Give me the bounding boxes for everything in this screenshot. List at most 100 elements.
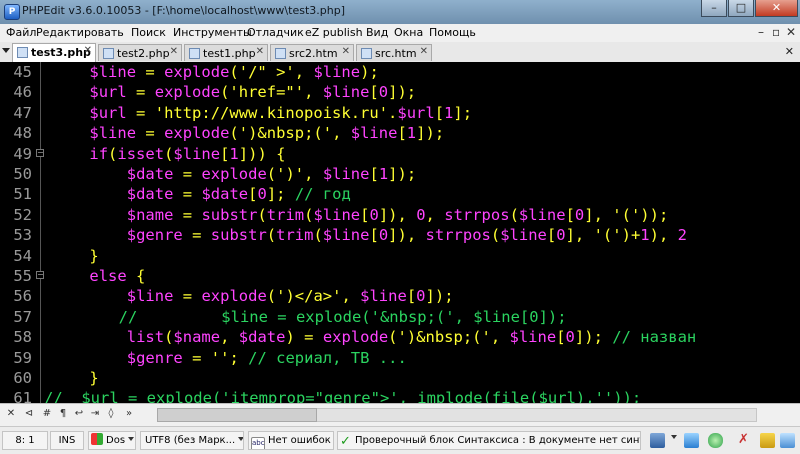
line-number: 60 [13,369,32,387]
line-number: 58 [13,328,32,347]
line-number: 57 [13,307,32,326]
menu-bar: Файл Редактировать Поиск Инструменты Отл… [0,24,800,43]
code-line[interactable]: 49− if(isset($line[1])) { [0,144,800,164]
status-bar: 8: 1 INS Dos UTF8 (без Марк... abc Нет ош… [0,426,800,454]
network-icon[interactable] [684,433,699,448]
indent-icon[interactable]: ⇥ [88,407,102,421]
syntax-check-status: ✓ Проверочный блок Синтаксиса : В докумен… [337,431,641,450]
line-number: 53 [13,226,32,245]
window-controls: – □ ✕ [700,0,798,19]
fold-toggle-icon[interactable]: − [36,271,44,279]
line-number: 55 [13,267,32,285]
menu-ez-publish[interactable]: eZ publish [305,26,363,39]
code-line[interactable]: 60 } [0,368,800,388]
code-text: list($name, $date) = explode(')&nbsp;(',… [126,328,697,347]
maximize-button[interactable]: □ [728,0,754,17]
document-tab-bar: test3.php ✕ test2.php ✕ test1.php ✕ src2… [0,42,800,63]
tab-src2-htm[interactable]: src2.htm ✕ [270,44,354,61]
code-line[interactable]: 47 $url = 'http://www.kinopoisk.ru'.$url… [0,103,800,123]
menu-view[interactable]: Вид [366,26,388,39]
code-line[interactable]: 61 // $url = explode('itemprop="genre">',… [0,388,800,403]
tab-close-icon[interactable]: ✕ [342,46,350,57]
encoding-selector[interactable]: UTF8 (без Марк... [140,431,244,450]
mdi-restore-button[interactable]: ▫ [772,25,780,39]
code-line[interactable]: 53 $genre = substr(trim($line[0]), strrp… [0,225,800,245]
chevron-down-icon[interactable] [668,433,677,448]
code-line[interactable]: 45 $line = explode('/" >', $line); [0,62,800,82]
editor-bottom-toolbar: ✕ ⊲ # ¶ ↩ ⇥ ◊ » [0,403,800,426]
code-line[interactable]: 58 list($name, $date) = explode(')&nbsp;… [0,327,800,347]
code-editor[interactable]: 45 $line = explode('/" >', $line); 46 $ur… [0,62,800,403]
code-line[interactable]: 52 $name = substr(trim($line[0]), 0, str… [0,205,800,225]
close-button[interactable]: ✕ [755,0,798,17]
window-title: PHPEdit v3.6.0.10053 - [F:\home\localhos… [22,4,345,17]
code-line[interactable]: 51 $date = $date[0]; // год [0,184,800,204]
code-line[interactable]: 46 $url = explode('href="', $line[0]); [0,82,800,102]
code-text: $date = $date[0]; // год [126,185,351,204]
tab-src-htm[interactable]: src.htm ✕ [356,44,432,61]
mdi-minimize-button[interactable]: – [758,25,764,39]
errors-status[interactable]: abc Нет ошибок [248,431,334,450]
code-line[interactable]: 54 } [0,246,800,266]
pilcrow-icon[interactable]: ¶ [56,407,70,421]
code-text: $name = substr(trim($line[0]), 0, strrpo… [126,205,669,224]
globe-icon[interactable] [708,433,723,448]
line-number: 54 [13,246,32,265]
chevron-down-icon [128,437,135,441]
tab-test1-php[interactable]: test1.php ✕ [184,44,268,61]
mdi-close-button[interactable]: ✕ [786,25,796,39]
abc-check-icon: abc [251,437,265,449]
minimize-button[interactable]: – [701,0,727,17]
more-options-icon[interactable]: » [122,407,136,421]
bookmark-icon[interactable]: ⊲ [22,407,36,421]
menu-tools[interactable]: Инструменты [173,26,252,39]
menu-windows[interactable]: Окна [394,26,423,39]
tab-close-icon[interactable]: ✕ [170,46,178,57]
mark-icon[interactable]: ◊ [104,407,118,421]
code-line[interactable]: 55− else { [0,266,800,286]
fold-toggle-icon[interactable]: − [36,148,44,157]
hash-icon[interactable]: # [40,407,54,421]
monitor-icon[interactable] [650,433,665,448]
line-number: 51 [13,185,32,204]
tab-list-dropdown-icon[interactable] [2,48,10,53]
code-line[interactable]: 50 $date = explode(')', $line[1]); [0,164,800,184]
html-file-icon [361,48,372,59]
wrap-icon[interactable]: ↩ [72,407,86,421]
insert-mode[interactable]: INS [50,431,84,450]
title-bar: P PHPEdit v3.6.0.10053 - [F:\home\localh… [0,0,800,24]
phpedit-app-icon: P [4,4,20,20]
horizontal-scrollbar-thumb[interactable] [157,408,317,422]
menu-help[interactable]: Помощь [429,26,476,39]
code-text: $url = explode('href="', $line[0]); [89,83,417,102]
tab-close-icon[interactable]: ✕ [84,45,92,56]
code-line[interactable]: 59 $genre = ''; // сериал, ТВ ... [0,348,800,368]
php-file-icon [103,48,114,59]
settings-icon[interactable] [780,433,795,448]
code-text: $line = explode('/" >', $line); [89,63,379,81]
close-document-icon[interactable]: ✕ [785,45,794,58]
menu-edit[interactable]: Редактировать [36,26,124,39]
php-file-icon [17,47,28,58]
tab-close-icon[interactable]: ✕ [420,46,428,57]
cursor-position: 8: 1 [2,431,48,450]
code-text: $date = explode(')', $line[1]); [126,165,417,183]
line-number: 61 [13,389,32,403]
line-number: 47 [13,103,32,122]
menu-search[interactable]: Поиск [131,26,166,39]
close-panel-icon[interactable]: ✕ [4,407,18,421]
tab-test2-php[interactable]: test2.php ✕ [98,44,182,61]
code-text: $genre = ''; // сериал, ТВ ... [126,348,407,367]
code-line[interactable]: 56 $line = explode(')</a>', $line[0]); [0,286,800,306]
code-text: else { [89,267,146,285]
tab-test3-php[interactable]: test3.php ✕ [12,43,96,62]
menu-file[interactable]: Файл [6,26,36,39]
menu-debugger[interactable]: Отладчик [247,26,304,39]
tab-close-icon[interactable]: ✕ [256,46,264,57]
debug-icon[interactable] [760,433,775,448]
code-line[interactable]: 48 $line = explode(')&nbsp;(', $line[1])… [0,123,800,143]
checkmark-icon: ✓ [340,434,351,449]
line-ending-selector[interactable]: Dos [88,431,136,450]
tools-icon[interactable]: ✗ [736,433,751,448]
code-line[interactable]: 57 // $line = explode('&nbsp;(', $line[0… [0,307,800,327]
